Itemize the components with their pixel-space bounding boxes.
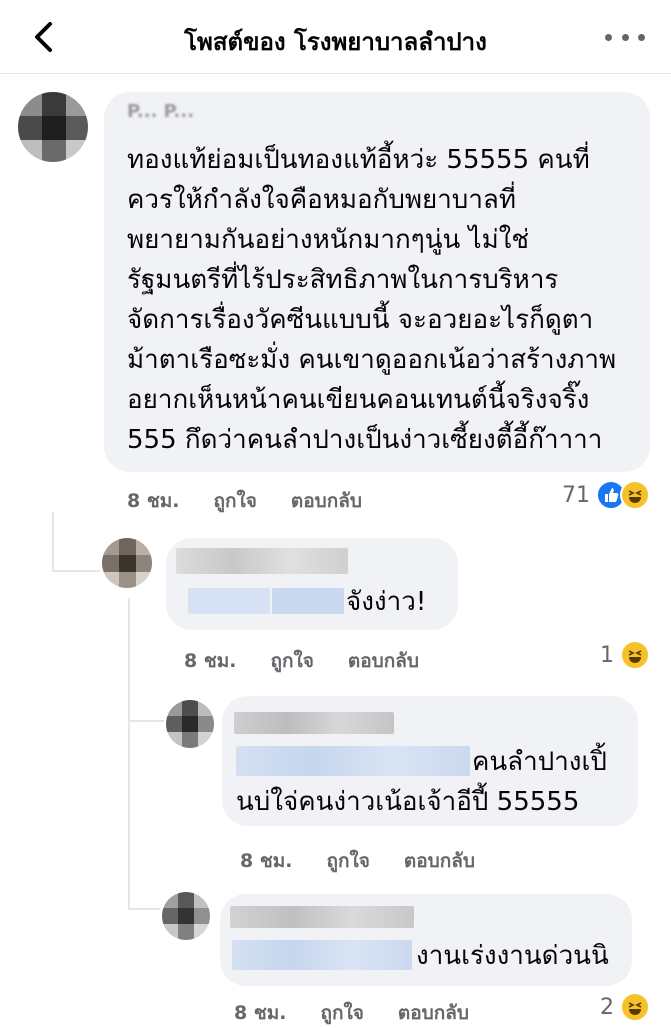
comment-meta: 8 ชม. ถูกใจ ตอบกลับ <box>127 486 362 516</box>
dot <box>638 33 645 41</box>
avatar[interactable] <box>102 538 152 588</box>
avatar-pixel <box>18 140 42 162</box>
comment-line: ม้าตาเรือซะมั่ง คนเขาดูออกเน้อว่าสร้างภา… <box>127 345 617 375</box>
avatar-pixel <box>18 116 42 140</box>
comment-meta: 8 ชม. ถูกใจ ตอบกลับ <box>184 646 419 676</box>
comment-line: รัฐมนตรีที่ไร้ประสิทธิภาพในการบริหาร <box>127 265 559 295</box>
redacted-author <box>234 712 394 734</box>
comment-line: พยายามกันอย่างหนักมากๆนู่น ไม่ใช่ <box>127 225 530 255</box>
reaction-summary[interactable]: 71 <box>562 480 650 510</box>
avatar-pixel <box>66 140 88 162</box>
reaction-summary[interactable]: 2 <box>600 992 650 1022</box>
avatar-pixel <box>102 555 119 572</box>
avatar-pixel <box>119 538 136 555</box>
avatar-pixel <box>119 555 136 572</box>
avatar-pixel <box>18 92 42 116</box>
avatar-pixel <box>194 908 210 924</box>
avatar-pixel <box>178 892 194 908</box>
avatar[interactable] <box>166 700 214 748</box>
avatar-pixel <box>178 924 194 940</box>
comment-line: คนลำปางเปิ้ <box>472 747 607 777</box>
avatar-pixel <box>178 908 194 924</box>
comment-time[interactable]: 8 ชม. <box>184 646 236 676</box>
like-button[interactable]: ถูกใจ <box>270 646 313 676</box>
avatar-pixel <box>166 716 182 732</box>
avatar-pixel <box>136 555 152 572</box>
avatar-pixel <box>119 572 136 588</box>
comment-time[interactable]: 8 ชม. <box>127 486 179 516</box>
reply-button[interactable]: ตอบกลับ <box>348 646 419 676</box>
comment-line: ควรให้กำลังใจคือหมอกับพยาบาลที่ <box>127 185 516 215</box>
haha-icon <box>620 992 650 1022</box>
page-title: โพสต์ของ โรงพยาบาลลำปาง <box>184 28 487 56</box>
thread-line <box>128 598 130 908</box>
comment-line: จังง่าว! <box>346 587 427 617</box>
comment-author[interactable]: P... P... <box>127 99 194 125</box>
redacted-mention <box>188 588 270 614</box>
post-header: โพสต์ของ โรงพยาบาลลำปาง <box>0 0 671 74</box>
avatar-pixel <box>194 892 210 908</box>
comment-line: อยากเห็นหน้าคนเขียนคอนเทนต์นี้จริงจริ๊ง <box>127 385 590 415</box>
reply-button[interactable]: ตอบกลับ <box>291 486 362 516</box>
more-dots-icon <box>605 33 612 41</box>
avatar[interactable] <box>162 892 210 940</box>
avatar-pixel <box>182 700 198 716</box>
reaction-count: 2 <box>600 994 614 1020</box>
reaction-summary[interactable]: 1 <box>600 640 650 670</box>
avatar-pixel <box>42 92 66 116</box>
avatar-pixel <box>194 924 210 940</box>
thread-line <box>52 512 54 572</box>
avatar-pixel <box>162 892 178 908</box>
avatar-pixel <box>42 116 66 140</box>
thread-line <box>128 908 160 910</box>
avatar-pixel <box>166 732 182 748</box>
redacted-mention <box>236 746 470 776</box>
avatar-pixel <box>136 538 152 555</box>
avatar-pixel <box>162 908 178 924</box>
comment-line: นบ่ใจ่คนง่าวเน้อเจ้าอีปี้ 55555 <box>236 787 580 817</box>
comment-line: งานเร่งงานด่วนนิ <box>416 941 609 971</box>
avatar-pixel <box>182 716 198 732</box>
thread-line <box>128 720 164 722</box>
haha-icon <box>620 480 650 510</box>
avatar-pixel <box>102 538 119 555</box>
reaction-count: 1 <box>600 642 614 668</box>
avatar-pixel <box>198 732 214 748</box>
avatar[interactable] <box>18 92 88 162</box>
reply-button[interactable]: ตอบกลับ <box>404 846 475 876</box>
comment-line: จัดการเรื่องวัคซีนแบบนี้ จะอวยอะไรก็ดูตา <box>127 305 594 335</box>
avatar-pixel <box>166 700 182 716</box>
haha-icon <box>620 640 650 670</box>
reaction-count: 71 <box>562 482 590 508</box>
avatar-pixel <box>136 572 152 588</box>
redacted-author <box>230 906 414 928</box>
avatar-pixel <box>102 572 119 588</box>
avatar-pixel <box>42 140 66 162</box>
avatar-pixel <box>162 924 178 940</box>
more-options-button[interactable] <box>605 22 645 52</box>
avatar-pixel <box>66 92 88 116</box>
dot <box>621 33 629 41</box>
comment-line: ทองแท้ย่อมเป็นทองแท้อี้หว่ะ 55555 คนที่ <box>127 145 590 175</box>
avatar-pixel <box>198 700 214 716</box>
comment-meta: 8 ชม. ถูกใจ ตอบกลับ <box>240 846 475 876</box>
redacted-mention <box>272 588 344 614</box>
avatar-pixel <box>198 716 214 732</box>
thread-line <box>52 570 100 572</box>
avatar-pixel <box>66 116 88 140</box>
like-button[interactable]: ถูกใจ <box>326 846 369 876</box>
like-button[interactable]: ถูกใจ <box>213 486 256 516</box>
comment-line: 555 กึดว่าคนลำปางเป็นง่าวเซี้ยงตี้อี้ก๊า… <box>127 425 603 455</box>
redacted-mention <box>232 940 412 970</box>
comment-time[interactable]: 8 ชม. <box>240 846 292 876</box>
redacted-author <box>176 548 348 574</box>
avatar-pixel <box>182 732 198 748</box>
